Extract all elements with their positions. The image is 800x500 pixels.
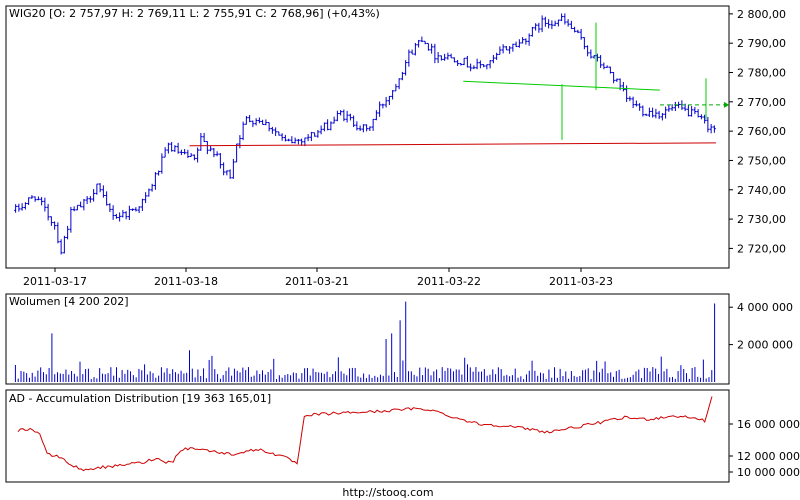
price-tick-label: 2 750,00 <box>737 154 786 167</box>
price-tick-label: 2 760,00 <box>737 125 786 138</box>
ad-tick-label: 12 000 000 <box>737 450 800 463</box>
price-tick-label: 2 800,00 <box>737 8 786 21</box>
ad-tick-label: 10 000 000 <box>737 466 800 479</box>
price-tick-label: 2 770,00 <box>737 96 786 109</box>
price-tick-label: 2 720,00 <box>737 242 786 255</box>
date-tick-label: 2011-03-23 <box>549 275 613 288</box>
price-tick-label: 2 790,00 <box>737 37 786 50</box>
chart-canvas: 2 720,00 2 730,00 2 740,00 2 750,00 2 760,00… <box>0 0 800 500</box>
price-tick-label: 2 740,00 <box>737 184 786 197</box>
price-tick-label: 2 780,00 <box>737 67 786 80</box>
ad-title: AD - Accumulation Distribution [19 363 1… <box>9 392 271 405</box>
price-title: WIG20 [O: 2 757,97 H: 2 769,11 L: 2 755,… <box>9 7 380 20</box>
price-tick-label: 2 730,00 <box>737 213 786 226</box>
price-axis: 2 720,00 2 730,00 2 740,00 2 750,00 2 760,00… <box>729 8 786 255</box>
date-tick-label: 2011-03-18 <box>154 275 218 288</box>
ad-tick-label: 16 000 000 <box>737 418 800 431</box>
volume-title: Wolumen [4 200 202] <box>9 295 129 308</box>
date-tick-label: 2011-03-17 <box>23 275 87 288</box>
background <box>0 0 800 500</box>
date-tick-label: 2011-03-21 <box>285 275 349 288</box>
volume-tick-label: 2 000 000 <box>737 339 793 352</box>
footer-link[interactable]: http://stooq.com <box>342 486 433 499</box>
volume-tick-label: 4 000 000 <box>737 301 793 314</box>
date-tick-label: 2011-03-22 <box>417 275 481 288</box>
